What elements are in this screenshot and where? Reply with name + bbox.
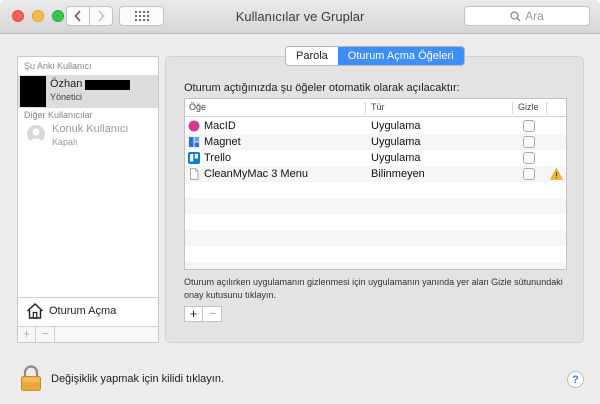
column-divider: [546, 102, 547, 114]
remove-login-item-button[interactable]: −: [204, 307, 222, 321]
tab-bar: Parola Oturum Açma Öğeleri: [285, 46, 465, 66]
magnet-icon: [188, 136, 200, 148]
help-button[interactable]: ?: [567, 371, 584, 388]
login-options-label: Oturum Açma: [49, 305, 117, 317]
window: Kullanıcılar ve Gruplar Ara Şu Anki Kull…: [0, 0, 600, 404]
column-header-type[interactable]: Tür: [371, 102, 385, 112]
hide-checkbox[interactable]: [523, 152, 535, 164]
item-name: Trello: [204, 152, 232, 164]
empty-row: [185, 214, 566, 230]
current-user-role: Yönetici: [50, 92, 83, 102]
item-type: Uygulama: [371, 120, 421, 132]
current-user-row[interactable]: Özhan Yönetici: [18, 75, 158, 108]
guest-user-name[interactable]: Konuk Kullanıcı: [52, 123, 128, 135]
login-options-item[interactable]: Oturum Açma: [18, 297, 158, 325]
table-row[interactable]: CleanMyMac 3 Menu Bilinmeyen: [185, 166, 566, 182]
hide-checkbox[interactable]: [523, 120, 535, 132]
search-placeholder: Ara: [525, 9, 544, 23]
tab-password[interactable]: Parola: [286, 47, 338, 65]
empty-row: [185, 230, 566, 246]
users-sidebar: Şu Anki Kullanıcı Özhan Yönetici Diğer K…: [17, 56, 159, 343]
column-header-hide[interactable]: Gizle: [518, 102, 539, 112]
login-items-button-bar: + −: [184, 306, 222, 322]
trello-icon: [188, 152, 200, 164]
other-users-header: Diğer Kullanıcılar: [24, 110, 93, 120]
column-divider: [512, 102, 513, 114]
user-avatar-redacted: [20, 76, 46, 107]
hide-checkbox[interactable]: [523, 168, 535, 180]
current-user-header: Şu Anki Kullanıcı: [24, 61, 92, 71]
add-user-button[interactable]: +: [18, 327, 36, 342]
document-icon: [190, 168, 199, 180]
item-name: MacID: [204, 120, 236, 132]
hide-hint-text: Oturum açılırken uygulamanın gizlenmesi …: [184, 277, 563, 300]
item-name: Magnet: [204, 136, 241, 148]
search-icon: [510, 10, 521, 21]
table-row[interactable]: Trello Uygulama: [185, 150, 566, 166]
empty-row: [185, 262, 566, 269]
table-header: Öğe Tür Gizle: [185, 99, 566, 117]
guest-user-status: Kapalı: [52, 137, 78, 147]
search-field[interactable]: Ara: [464, 6, 590, 26]
remove-user-button[interactable]: −: [37, 327, 55, 342]
column-header-item[interactable]: Öğe: [189, 102, 206, 112]
empty-row: [185, 182, 566, 198]
tab-login-items[interactable]: Oturum Açma Öğeleri: [337, 47, 464, 65]
login-items-table: Öğe Tür Gizle MacID Uygulama Magnet Uygu…: [184, 98, 567, 270]
table-row[interactable]: MacID Uygulama: [185, 118, 566, 134]
empty-row: [185, 246, 566, 262]
table-row[interactable]: Magnet Uygulama: [185, 134, 566, 150]
item-name: CleanMyMac 3 Menu: [204, 168, 308, 180]
item-type: Bilinmeyen: [371, 168, 425, 180]
column-divider: [365, 102, 366, 114]
title-bar: Kullanıcılar ve Gruplar Ara: [0, 0, 600, 34]
empty-row: [185, 198, 566, 214]
warning-icon: [550, 168, 563, 180]
house-icon: [26, 302, 44, 319]
sidebar-button-bar: + −: [18, 326, 158, 342]
macid-icon: [188, 120, 200, 132]
user-surname-redacted: [85, 80, 130, 90]
lock-instruction[interactable]: Değişiklik yapmak için kilidi tıklayın.: [51, 373, 224, 385]
hide-checkbox[interactable]: [523, 136, 535, 148]
current-user-name: Özhan: [50, 78, 83, 90]
item-type: Uygulama: [371, 152, 421, 164]
lock-icon[interactable]: [20, 365, 42, 391]
guest-avatar-icon: [27, 125, 45, 143]
add-login-item-button[interactable]: +: [185, 307, 203, 321]
item-type: Uygulama: [371, 136, 421, 148]
login-items-intro: Oturum açtığınızda şu öğeler otomatik ol…: [184, 82, 460, 94]
